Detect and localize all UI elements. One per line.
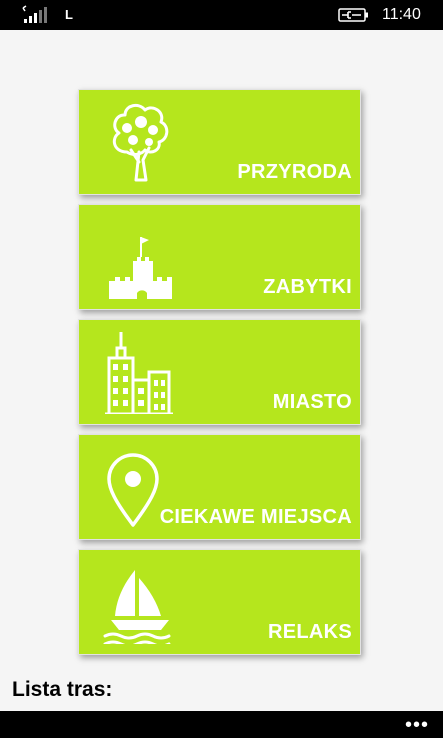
battery-charging-icon	[338, 8, 368, 22]
tile-label: MIASTO	[272, 391, 352, 413]
tile-label: CIEKAWE MIEJSCA	[159, 506, 352, 528]
category-menu: PRZYRODA ZABYTKI MIASTO CIEKAWE MIEJSCA …	[78, 89, 365, 664]
app-bar: •••	[0, 711, 443, 738]
status-bar: L 11:40	[0, 0, 443, 30]
tile-miasto[interactable]: MIASTO	[78, 319, 361, 425]
tile-label: RELAKS	[267, 621, 352, 643]
tile-label: PRZYRODA	[237, 161, 352, 183]
clock: 11:40	[382, 6, 421, 23]
city-buildings-icon	[105, 332, 173, 414]
network-type-label: L	[65, 7, 73, 22]
tile-label: ZABYTKI	[263, 276, 352, 298]
tile-zabytki[interactable]: ZABYTKI	[78, 204, 361, 310]
castle-icon	[109, 237, 172, 299]
tile-relaks[interactable]: RELAKS	[78, 549, 361, 655]
route-list-title: Lista tras:	[12, 678, 113, 701]
tree-icon	[112, 103, 169, 182]
more-options-button[interactable]: •••	[405, 714, 429, 737]
sailboat-icon	[103, 570, 171, 644]
signal-strength-icon	[22, 5, 47, 23]
tile-ciekawe-miejsca[interactable]: CIEKAWE MIEJSCA	[78, 434, 361, 540]
tile-przyroda[interactable]: PRZYRODA	[78, 89, 361, 195]
